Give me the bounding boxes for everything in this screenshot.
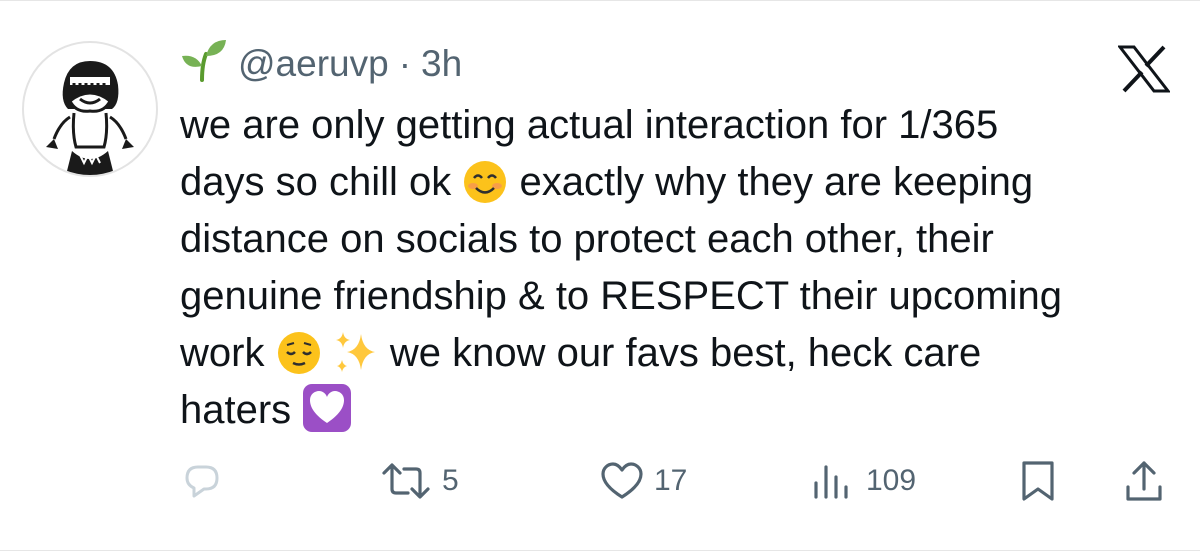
post-text-fragment: work xyxy=(180,331,265,375)
share-icon xyxy=(1124,459,1164,503)
bookmark-icon xyxy=(1020,459,1056,503)
share-button[interactable] xyxy=(1124,456,1164,506)
reply-icon xyxy=(182,461,222,501)
x-logo-icon xyxy=(1116,45,1172,93)
post-time[interactable]: 3h xyxy=(421,43,462,85)
post-text-line: we are only getting actual interaction f… xyxy=(180,103,999,147)
like-button[interactable]: 17 xyxy=(600,456,687,506)
avatar[interactable] xyxy=(22,41,158,177)
post-text-line: days so chill ok exactly why they are ke… xyxy=(180,154,1170,211)
post-text-line: genuine friendship & to RESPECT their up… xyxy=(180,274,1062,318)
sparkles-emoji xyxy=(333,330,379,376)
views-button[interactable]: 109 xyxy=(812,456,916,506)
relieved-face-emoji xyxy=(276,330,322,376)
repost-count: 5 xyxy=(442,464,459,497)
separator-dot: · xyxy=(398,43,412,84)
post-text-fragment: we know our favs best, heck care xyxy=(389,331,982,375)
post-text-line: work we know our favs best, heck care xyxy=(180,325,1170,382)
purple-heart-emoji xyxy=(302,383,352,432)
post-text-fragment: exactly why they are keeping xyxy=(519,160,1034,204)
post-text-line: haters xyxy=(180,382,1170,439)
bookmark-button[interactable] xyxy=(1020,456,1056,506)
post-header: @aeruvp · 3h xyxy=(180,39,462,87)
views-icon xyxy=(812,461,856,501)
post-card[interactable]: @aeruvp · 3h we are only getting actual … xyxy=(0,0,1200,551)
views-count: 109 xyxy=(866,464,917,497)
post-text-fragment: days so chill ok xyxy=(180,160,452,204)
action-bar: 5 17 109 xyxy=(0,456,1200,506)
post-text-line: distance on socials to protect each othe… xyxy=(180,217,994,261)
repost-button[interactable]: 5 xyxy=(380,456,459,506)
like-count: 17 xyxy=(654,464,688,497)
heart-icon xyxy=(600,461,644,501)
repost-icon xyxy=(380,461,432,501)
smiling-face-emoji xyxy=(462,159,508,205)
seedling-icon xyxy=(180,38,228,91)
post-text-fragment: haters xyxy=(180,388,292,432)
reply-button[interactable] xyxy=(182,456,222,506)
post-text: we are only getting actual interaction f… xyxy=(180,97,1170,439)
user-handle[interactable]: @aeruvp xyxy=(238,43,389,85)
